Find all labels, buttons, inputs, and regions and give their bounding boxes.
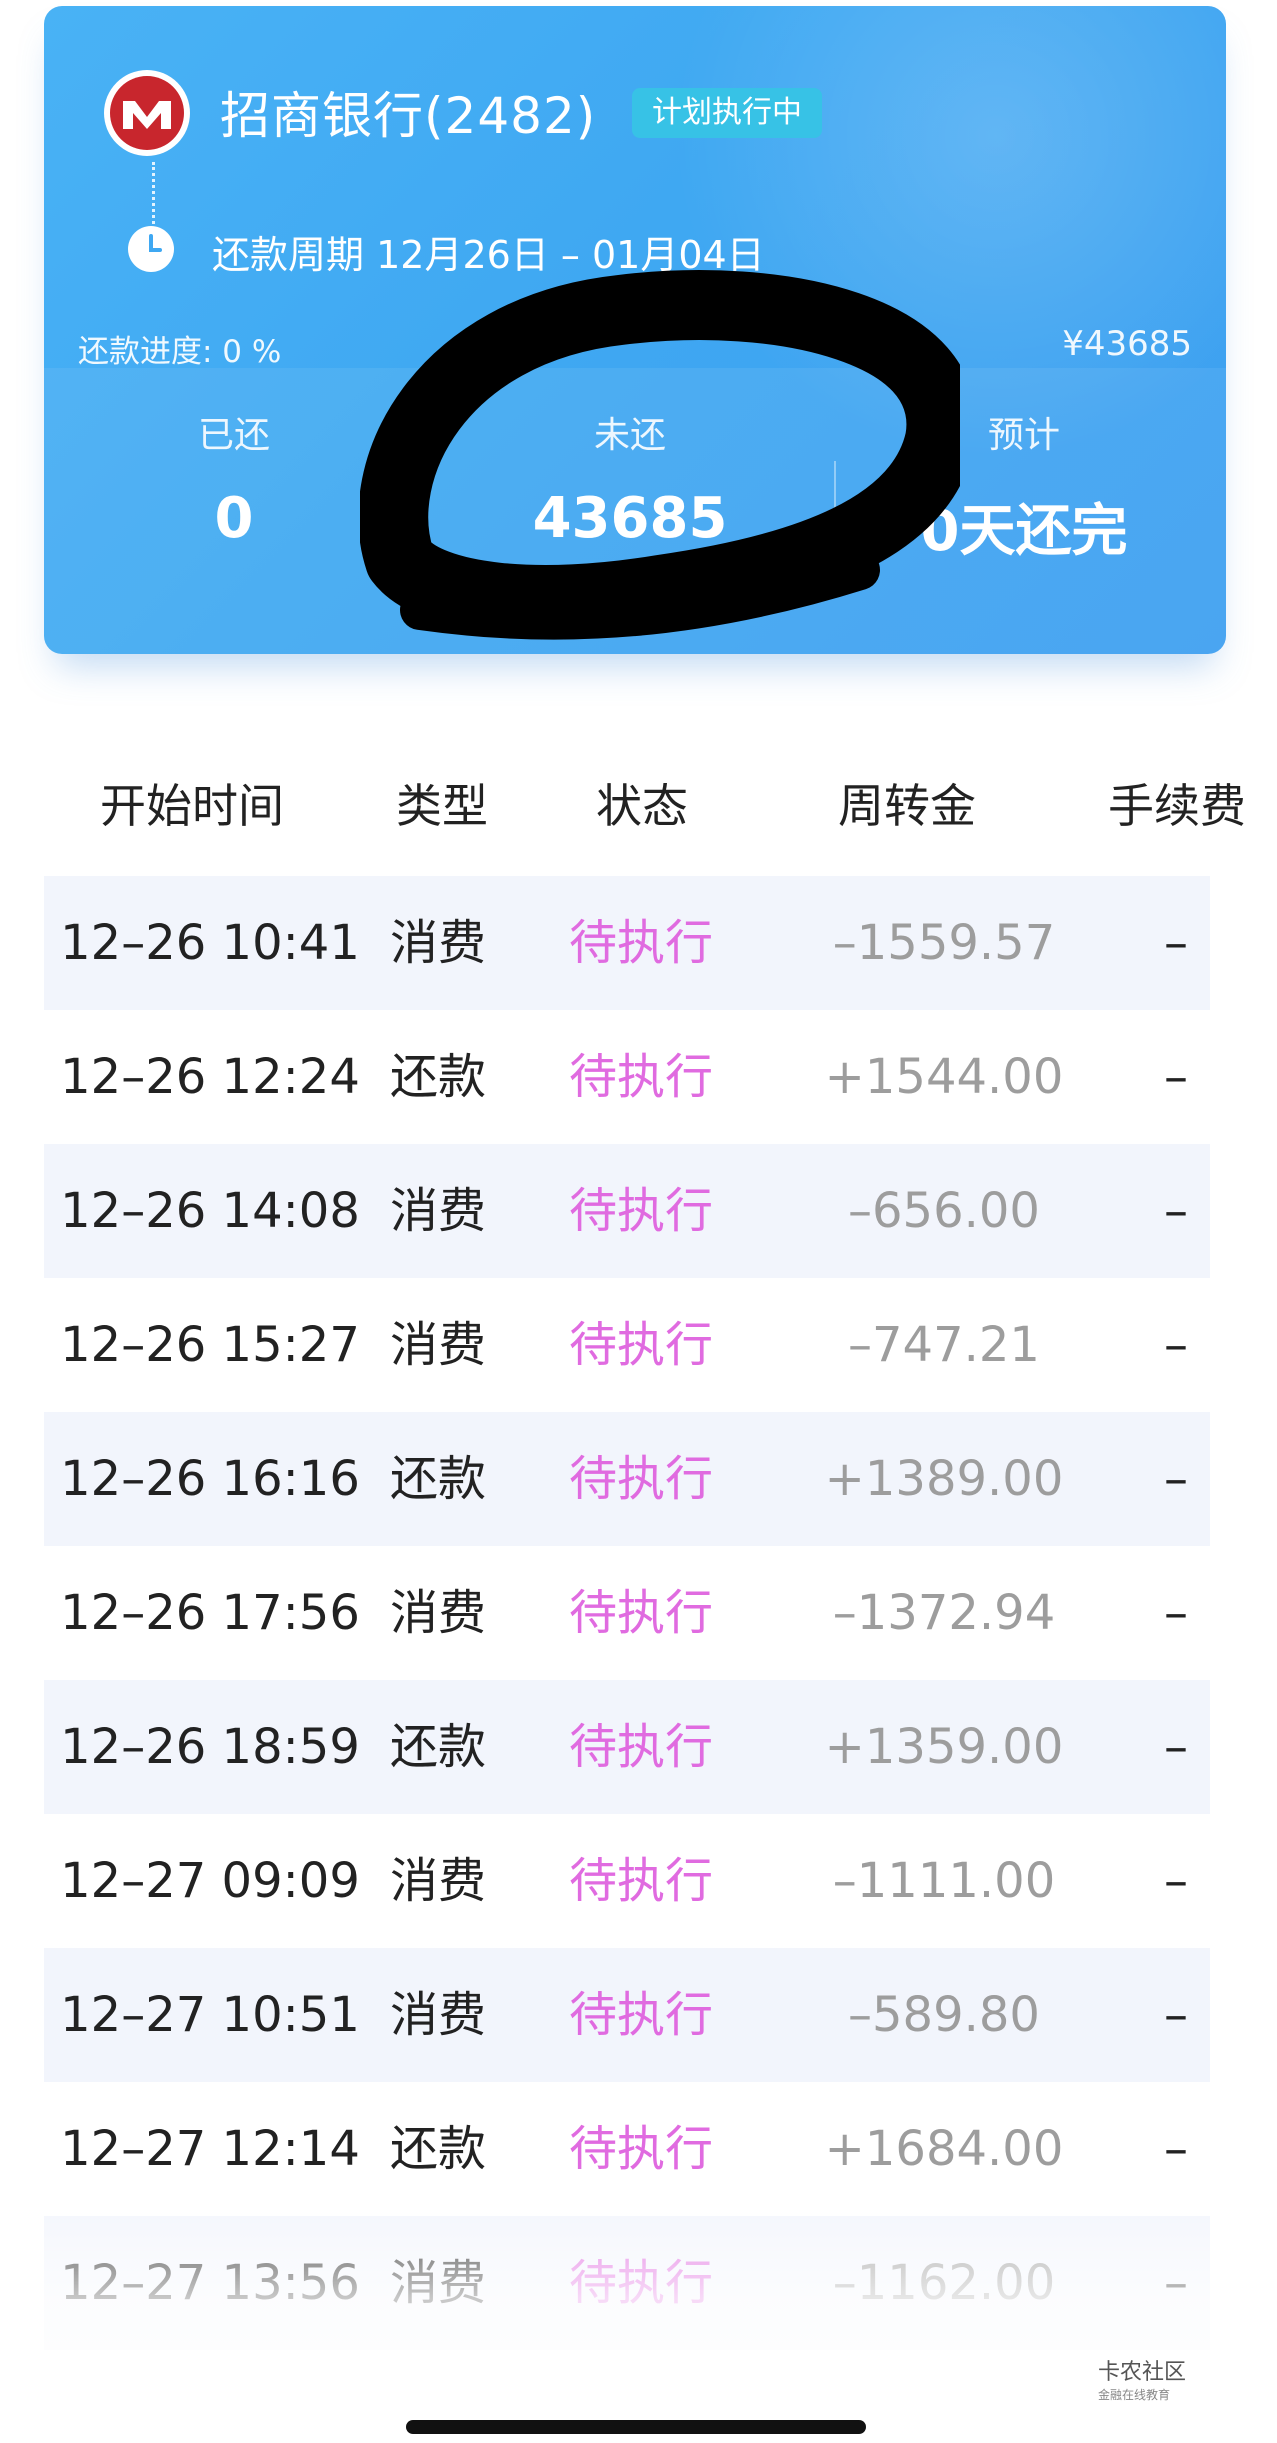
- cell-fee: –: [1164, 2255, 1188, 2311]
- table-row[interactable]: 12–26 10:41 消费 待执行 –1559.57 –: [44, 876, 1210, 1010]
- watermark: 卡农社区 金融在线教育: [1098, 2354, 1186, 2403]
- cell-fee: –: [1164, 1317, 1188, 1373]
- plan-card[interactable]: 招商银行(2482) 计划执行中 还款周期 12月26日 – 01月04日 还款…: [44, 6, 1226, 654]
- cell-type: 还款: [390, 1451, 487, 1507]
- cell-fee: –: [1164, 2121, 1188, 2177]
- cell-amount: –656.00: [848, 1183, 1040, 1239]
- cell-fee: –: [1164, 915, 1188, 971]
- cell-type: 消费: [390, 1853, 487, 1909]
- stat-estimate: 预计 0天还完: [874, 406, 1174, 567]
- cell-time: 12–26 12:24: [60, 1049, 360, 1105]
- cell-amount: +1544.00: [824, 1049, 1064, 1105]
- cell-status: 待执行: [569, 1451, 714, 1507]
- col-amount: 周转金: [838, 779, 976, 833]
- stat-value: 0天还完: [920, 499, 1128, 564]
- table-row[interactable]: 12–26 16:16 还款 待执行 +1389.00 –: [44, 1412, 1210, 1546]
- cell-type: 消费: [390, 915, 487, 971]
- table-row[interactable]: 12–27 13:56 消费 待执行 –1162.00 –: [44, 2216, 1210, 2350]
- cell-time: 12–26 14:08: [60, 1183, 360, 1239]
- cell-time: 12–27 09:09: [60, 1853, 360, 1909]
- cell-status: 待执行: [569, 1317, 714, 1373]
- cell-time: 12–26 17:56: [60, 1585, 360, 1641]
- cell-amount: –1372.94: [832, 1585, 1056, 1641]
- col-type: 类型: [396, 779, 488, 833]
- cell-fee: –: [1164, 1853, 1188, 1909]
- period-value: 12月26日 – 01月04日: [376, 233, 765, 277]
- cell-status: 待执行: [569, 1987, 714, 2043]
- total-amount: ¥43685: [1062, 324, 1192, 364]
- col-start-time: 开始时间: [100, 779, 284, 833]
- stat-label: 预计: [987, 415, 1060, 456]
- cell-time: 12–26 10:41: [60, 915, 360, 971]
- cell-amount: –1559.57: [832, 915, 1056, 971]
- period-label: 还款周期: [212, 233, 365, 277]
- cell-status: 待执行: [569, 1585, 714, 1641]
- stat-value: 43685: [532, 486, 728, 551]
- stat-divider: [834, 461, 836, 533]
- table-row[interactable]: 12–26 15:27 消费 待执行 –747.21 –: [44, 1278, 1210, 1412]
- cell-type: 消费: [390, 1317, 487, 1373]
- cell-amount: –1162.00: [832, 2255, 1056, 2311]
- stat-unpaid: 未还 43685: [480, 406, 780, 551]
- cell-amount: –589.80: [848, 1987, 1040, 2043]
- clock-icon: [126, 224, 176, 274]
- plan-status-badge: 计划执行中: [632, 88, 822, 138]
- bank-logo-icon: [104, 70, 190, 156]
- cell-type: 还款: [390, 1049, 487, 1105]
- cell-time: 12–26 18:59: [60, 1719, 360, 1775]
- stat-value: 0: [214, 486, 254, 551]
- cell-fee: –: [1164, 1585, 1188, 1641]
- cell-fee: –: [1164, 1719, 1188, 1775]
- cell-time: 12–27 12:14: [60, 2121, 360, 2177]
- table-row[interactable]: 12–27 10:51 消费 待执行 –589.80 –: [44, 1948, 1210, 2082]
- cell-fee: –: [1164, 1049, 1188, 1105]
- table-header: 开始时间 类型 状态 周转金 手续费: [0, 770, 1277, 850]
- col-status: 状态: [596, 779, 688, 833]
- repayment-progress: 还款进度: 0 %: [78, 334, 282, 370]
- cell-status: 待执行: [569, 2121, 714, 2177]
- watermark-subtitle: 金融在线教育: [1098, 2388, 1171, 2402]
- repayment-period: 还款周期 12月26日 – 01月04日: [212, 224, 765, 279]
- cell-fee: –: [1164, 1183, 1188, 1239]
- cell-time: 12–26 16:16: [60, 1451, 360, 1507]
- cell-type: 消费: [390, 2255, 487, 2311]
- cell-status: 待执行: [569, 1719, 714, 1775]
- cell-status: 待执行: [569, 1183, 714, 1239]
- table-row[interactable]: 12–26 18:59 还款 待执行 +1359.00 –: [44, 1680, 1210, 1814]
- cell-status: 待执行: [569, 1853, 714, 1909]
- cell-status: 待执行: [569, 915, 714, 971]
- cell-type: 消费: [390, 1183, 487, 1239]
- bank-name: 招商银行(2482): [220, 87, 597, 145]
- cell-type: 消费: [390, 1987, 487, 2043]
- table-row[interactable]: 12–26 12:24 还款 待执行 +1544.00 –: [44, 1010, 1210, 1144]
- cell-amount: +1684.00: [824, 2121, 1064, 2177]
- cell-status: 待执行: [569, 2255, 714, 2311]
- home-indicator[interactable]: [406, 2420, 866, 2434]
- cell-type: 还款: [390, 2121, 487, 2177]
- table-row[interactable]: 12–26 14:08 消费 待执行 –656.00 –: [44, 1144, 1210, 1278]
- stat-label: 已还: [197, 415, 270, 456]
- cell-amount: +1389.00: [824, 1451, 1064, 1507]
- cell-fee: –: [1164, 1451, 1188, 1507]
- cell-fee: –: [1164, 1987, 1188, 2043]
- table-row[interactable]: 12–26 17:56 消费 待执行 –1372.94 –: [44, 1546, 1210, 1680]
- cell-time: 12–27 13:56: [60, 2255, 360, 2311]
- cell-time: 12–27 10:51: [60, 1987, 360, 2043]
- table-row[interactable]: 12–27 12:14 还款 待执行 +1684.00 –: [44, 2082, 1210, 2216]
- timeline-connector: [152, 162, 155, 224]
- cell-amount: +1359.00: [824, 1719, 1064, 1775]
- cell-type: 还款: [390, 1719, 487, 1775]
- cell-type: 消费: [390, 1585, 487, 1641]
- watermark-title: 卡农社区: [1098, 2360, 1187, 2385]
- table-row[interactable]: 12–27 09:09 消费 待执行 –1111.00 –: [44, 1814, 1210, 1948]
- stat-label: 未还: [593, 415, 666, 456]
- stat-repaid: 已还 0: [84, 406, 384, 551]
- cell-amount: –747.21: [848, 1317, 1040, 1373]
- cell-time: 12–26 15:27: [60, 1317, 360, 1373]
- col-fee: 手续费: [1108, 779, 1246, 833]
- cell-status: 待执行: [569, 1049, 714, 1105]
- cell-amount: –1111.00: [832, 1853, 1056, 1909]
